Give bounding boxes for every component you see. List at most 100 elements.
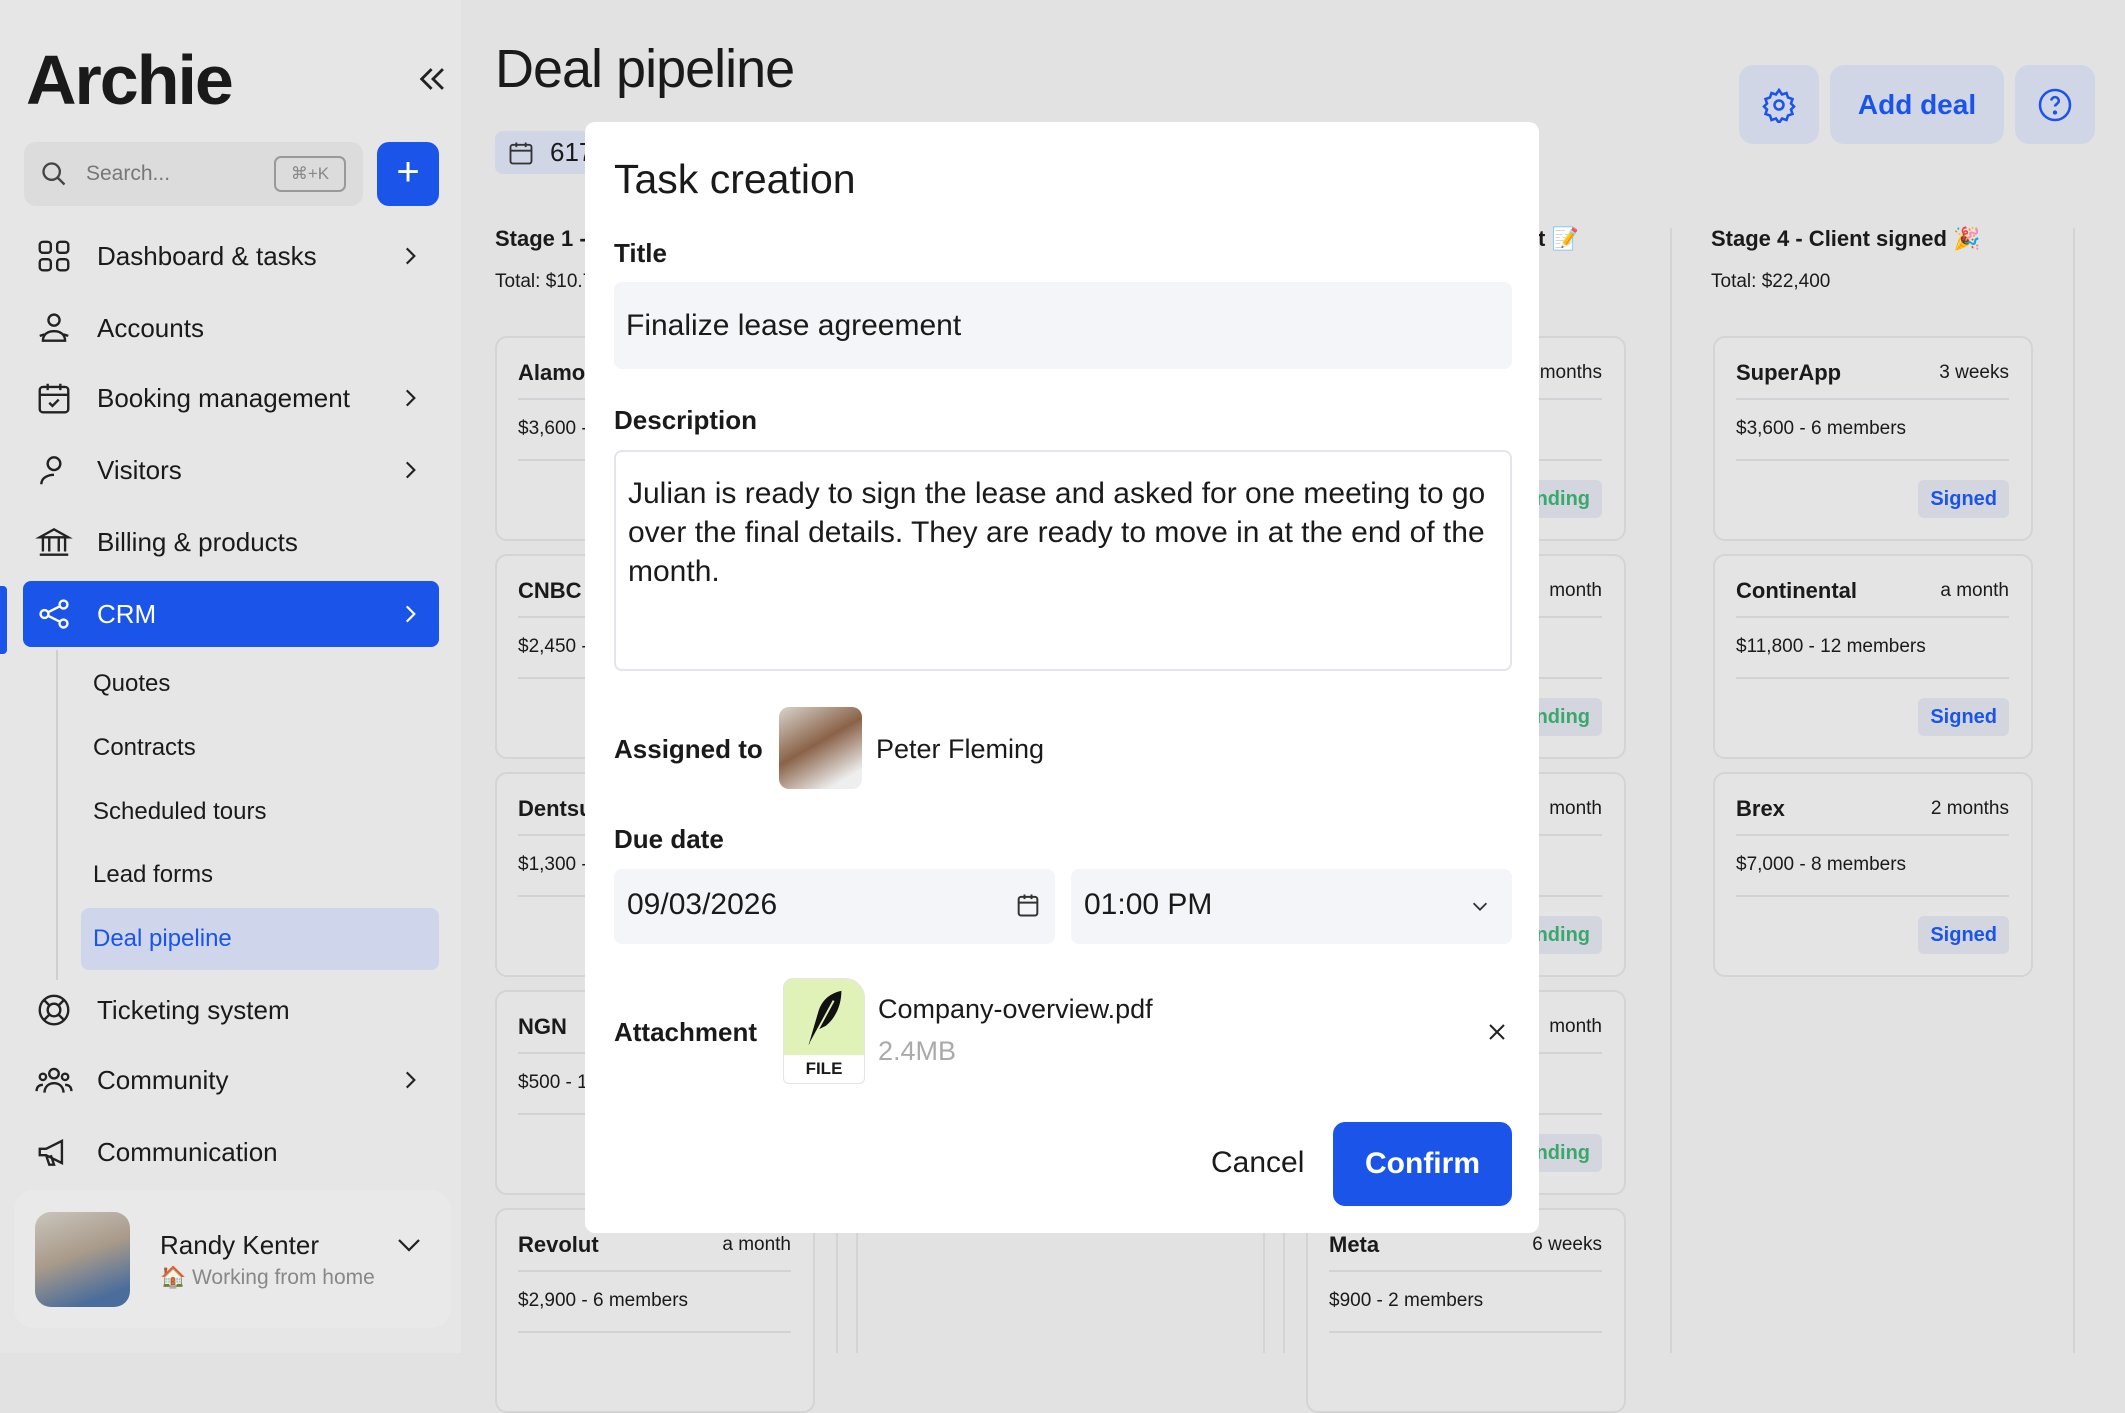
accounts-icon — [35, 309, 73, 347]
sidebar-item-visitors[interactable]: Visitors — [23, 437, 439, 503]
sidebar-item-label: Booking management — [97, 383, 350, 414]
deal-amount: $7,000 - 8 members — [1736, 854, 1906, 876]
date-value: 09/03/2026 — [627, 888, 777, 922]
sidebar-item-ticketing-system[interactable]: Ticketing system — [23, 977, 439, 1043]
description-label: Description — [614, 405, 757, 436]
column-divider — [1670, 228, 1672, 1353]
deal-age: 3 weeks — [1939, 362, 2009, 384]
submenu-item[interactable]: Contracts — [81, 717, 439, 779]
calendar-icon — [507, 139, 535, 167]
sidebar-item-dashboard-tasks[interactable]: Dashboard & tasks — [23, 223, 439, 289]
deal-amount: $3,600 - 6 members — [1736, 418, 1906, 440]
app-logo: Archie — [26, 40, 232, 120]
sidebar-item-crm[interactable]: CRM — [23, 581, 439, 647]
time-value: 01:00 PM — [1084, 888, 1212, 922]
deal-name: Alamo — [518, 360, 585, 386]
chevron-right-icon — [397, 601, 423, 627]
deal-age: a month — [1940, 580, 2009, 602]
divider — [1329, 1331, 1602, 1333]
bank-icon — [35, 523, 73, 561]
divider — [1736, 616, 2009, 618]
lifebuoy-icon — [35, 991, 73, 1029]
assignee-avatar[interactable] — [779, 707, 862, 789]
close-icon[interactable] — [1485, 1020, 1509, 1044]
sidebar-item-communication[interactable]: Communication — [23, 1119, 439, 1185]
file-name[interactable]: Company-overview.pdf — [878, 994, 1153, 1025]
megaphone-icon — [35, 1133, 73, 1171]
submenu-item[interactable]: Lead forms — [81, 844, 439, 906]
submenu-item[interactable]: Deal pipeline — [81, 908, 439, 970]
sidebar-item-billing-products[interactable]: Billing & products — [23, 509, 439, 575]
search-box[interactable]: Search... ⌘+K — [24, 142, 363, 206]
modal-title: Task creation — [614, 156, 856, 203]
date-input[interactable]: 09/03/2026 — [614, 869, 1055, 944]
deal-name: Brex — [1736, 796, 1785, 822]
sidebar-item-label: Dashboard & tasks — [97, 241, 317, 272]
divider — [518, 1270, 791, 1272]
attachment-label: Attachment — [614, 1017, 757, 1048]
deal-card[interactable]: Continentala month$11,800 - 12 membersSi… — [1713, 554, 2033, 759]
file-thumbnail: FILE — [783, 978, 865, 1084]
user-name: Randy Kenter — [160, 1230, 319, 1261]
sidebar: Archie Search... ⌘+K + Dashboard & tasks… — [0, 0, 461, 1353]
create-button[interactable]: + — [377, 142, 439, 206]
deal-age: month — [1549, 1016, 1602, 1038]
title-input[interactable]: Finalize lease agreement — [614, 282, 1512, 369]
shortcut-hint: ⌘+K — [274, 156, 346, 192]
grid-icon — [35, 237, 73, 275]
chevron-down-icon[interactable] — [394, 1230, 424, 1260]
user-card[interactable]: Randy Kenter 🏠 Working from home — [14, 1190, 451, 1328]
column-total: Total: $22,400 — [1711, 271, 1830, 293]
time-select[interactable]: 01:00 PM — [1071, 869, 1512, 944]
page-title: Deal pipeline — [495, 38, 794, 100]
submenu-item[interactable]: Scheduled tours — [81, 781, 439, 843]
deal-name: Revolut — [518, 1232, 599, 1258]
deal-name: NGN — [518, 1014, 567, 1040]
assigned-label: Assigned to — [614, 734, 763, 765]
divider — [1736, 677, 2009, 679]
title-label: Title — [614, 238, 667, 269]
deal-card[interactable]: Brex2 months$7,000 - 8 membersSigned — [1713, 772, 2033, 977]
assignee-name[interactable]: Peter Fleming — [876, 734, 1044, 765]
confirm-button[interactable]: Confirm — [1333, 1122, 1512, 1206]
due-date-label: Due date — [614, 824, 724, 855]
column-title: Stage 1 - — [495, 226, 587, 252]
user-icon — [35, 451, 73, 489]
sidebar-item-label: CRM — [97, 599, 156, 630]
sidebar-item-accounts[interactable]: Accounts — [23, 295, 439, 361]
feather-icon — [800, 989, 848, 1047]
cancel-button[interactable]: Cancel — [1211, 1146, 1304, 1180]
user-status: 🏠 Working from home — [160, 1266, 375, 1290]
sidebar-item-community[interactable]: Community — [23, 1047, 439, 1113]
column-total: Total: $10.7 — [495, 271, 593, 293]
column-divider — [2073, 228, 2075, 1353]
deal-amount: $2,900 - 6 members — [518, 1290, 688, 1312]
sidebar-item-booking-management[interactable]: Booking management — [23, 365, 439, 431]
submenu-item[interactable]: Quotes — [81, 653, 439, 715]
deal-age: month — [1549, 580, 1602, 602]
deal-amount: $3,600 - — [518, 418, 588, 440]
deal-card[interactable]: SuperApp3 weeks$3,600 - 6 membersSigned — [1713, 336, 2033, 541]
search-placeholder: Search... — [86, 162, 170, 186]
settings-button[interactable] — [1739, 65, 1819, 144]
deal-card[interactable]: Meta6 weeks$900 - 2 members — [1306, 1208, 1626, 1413]
deal-name: Dentsu — [518, 796, 593, 822]
deal-card[interactable]: Revoluta month$2,900 - 6 members — [495, 1208, 815, 1413]
active-indicator — [0, 586, 7, 654]
chevron-down-icon — [1469, 895, 1491, 917]
status-badge: Signed — [1918, 480, 2009, 518]
file-tag: FILE — [784, 1055, 864, 1083]
calendar-icon[interactable] — [1014, 891, 1042, 919]
collapse-sidebar-icon[interactable] — [416, 62, 450, 96]
divider — [1736, 459, 2009, 461]
share-icon — [35, 595, 73, 633]
calendar-check-icon — [35, 379, 73, 417]
user-avatar — [35, 1212, 130, 1307]
status-badge: Signed — [1918, 916, 2009, 954]
add-deal-button[interactable]: Add deal — [1830, 65, 2004, 144]
help-button[interactable] — [2015, 65, 2095, 144]
file-size: 2.4MB — [878, 1036, 956, 1067]
description-textarea[interactable]: Julian is ready to sign the lease and as… — [614, 450, 1512, 671]
column-title: Stage 4 - Client signed 🎉 — [1711, 226, 1980, 252]
deal-amount: $2,450 - — [518, 636, 588, 658]
